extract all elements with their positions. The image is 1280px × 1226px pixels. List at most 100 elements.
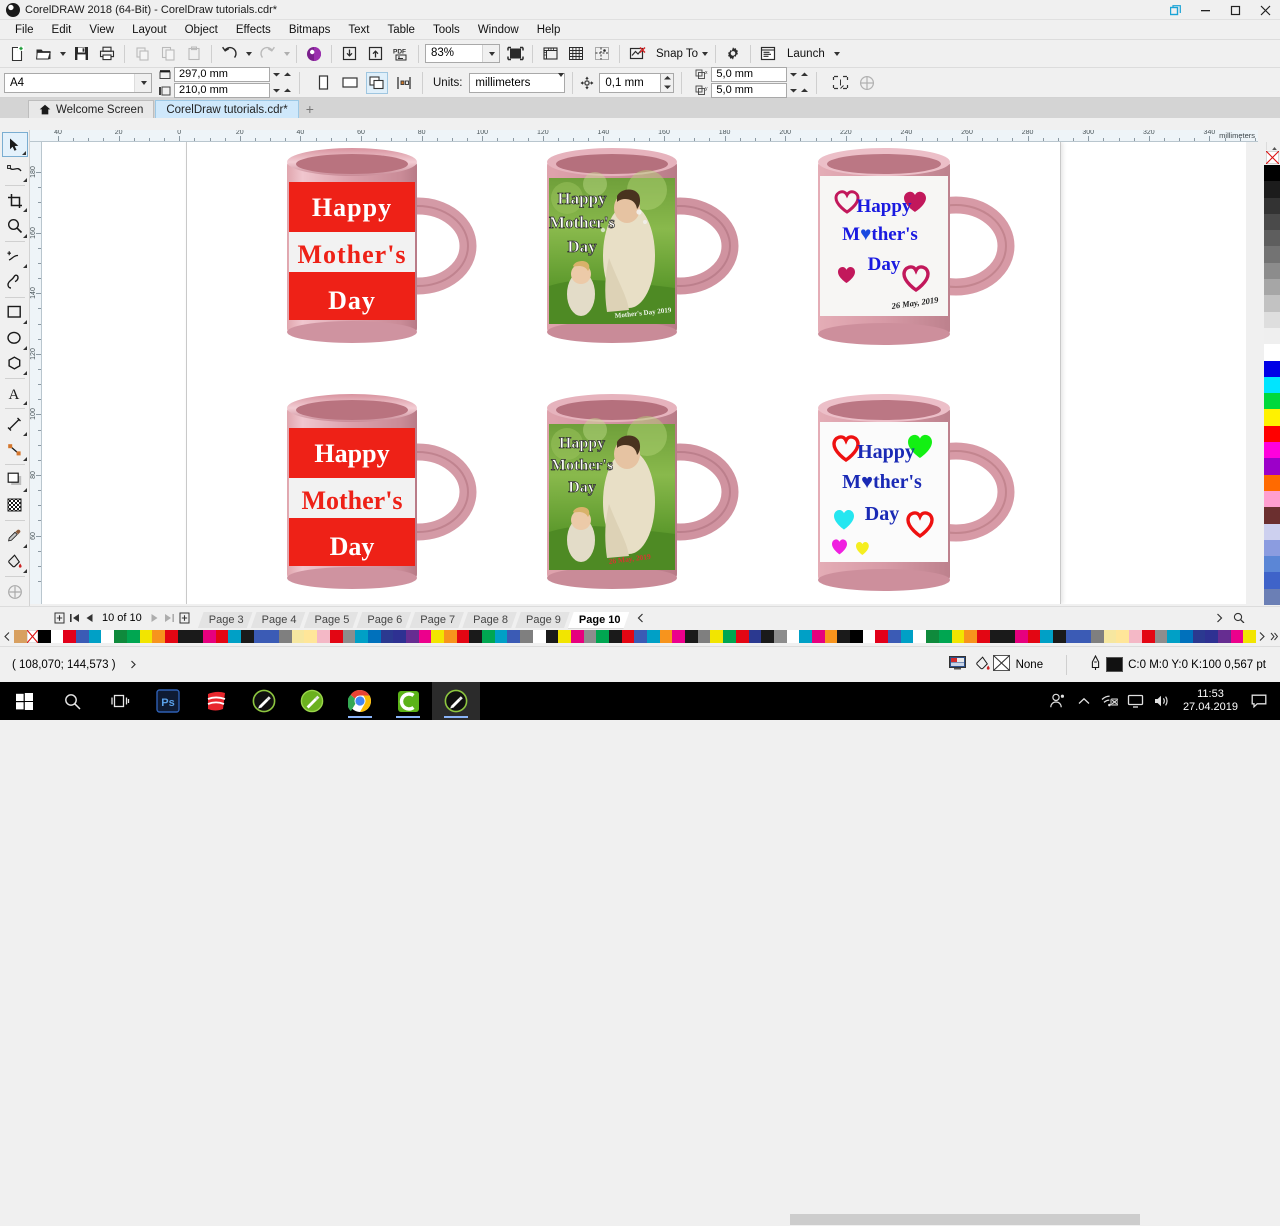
color-swatch[interactable] — [241, 629, 254, 643]
add-page-after-button[interactable] — [177, 609, 192, 627]
interactive-fill-tool[interactable] — [2, 549, 28, 574]
color-swatch[interactable] — [355, 629, 368, 643]
outline-color-swatch[interactable] — [1106, 657, 1124, 672]
color-swatch[interactable] — [431, 629, 444, 643]
page-width-value[interactable]: 297,0 mm — [174, 67, 270, 82]
color-swatch[interactable] — [444, 629, 457, 643]
page-tab-6[interactable]: Page 6 — [356, 612, 411, 629]
horizontal-color-palette[interactable] — [0, 628, 1280, 644]
paste-icon[interactable] — [181, 42, 207, 66]
ellipse-tool[interactable] — [2, 325, 28, 350]
color-swatch[interactable] — [723, 629, 736, 643]
color-swatch[interactable] — [456, 629, 470, 643]
save-floppy-icon[interactable] — [68, 42, 94, 66]
color-swatch-none[interactable] — [27, 629, 38, 643]
artistic-media-tool[interactable] — [2, 269, 28, 294]
mug-red-1[interactable]: Happy Mother's Day — [277, 146, 502, 351]
color-eyedropper-tool[interactable] — [2, 523, 28, 548]
color-swatch[interactable] — [190, 629, 203, 643]
document-tab-coreldraw-tutorials[interactable]: CorelDraw tutorials.cdr* — [155, 100, 299, 118]
color-swatch[interactable] — [1167, 629, 1180, 643]
landscape-button[interactable] — [339, 72, 361, 94]
color-swatch[interactable] — [304, 629, 318, 643]
color-swatch[interactable] — [1141, 629, 1155, 643]
color-swatch[interactable] — [228, 629, 241, 643]
horizontal-scroll-thumb[interactable] — [790, 1214, 1140, 1225]
cut-icon[interactable] — [129, 42, 155, 66]
color-swatch[interactable] — [1078, 629, 1092, 643]
color-swatch[interactable] — [951, 629, 965, 643]
polygon-tool[interactable] — [2, 351, 28, 376]
color-swatch[interactable] — [63, 629, 77, 643]
zoom-level-combo[interactable]: 83% — [425, 44, 500, 63]
color-swatch[interactable] — [1264, 246, 1280, 263]
coreldraw-active-icon[interactable] — [432, 682, 480, 720]
page-tabs-scroll-left-button[interactable] — [633, 609, 648, 627]
color-swatch[interactable] — [1264, 344, 1280, 361]
page-size-select[interactable]: A4 — [4, 72, 152, 93]
smart-fill-tool[interactable] — [2, 579, 28, 604]
duplicate-y-value[interactable]: 5,0 mm — [711, 83, 788, 98]
menu-view[interactable]: View — [80, 22, 123, 38]
mug-red-2[interactable]: Happy Mother's Day — [277, 392, 502, 597]
color-swatch[interactable] — [405, 629, 419, 643]
color-swatch[interactable] — [647, 629, 660, 643]
color-swatch[interactable] — [748, 629, 762, 643]
color-swatch[interactable] — [152, 629, 165, 643]
horizontal-ruler[interactable]: millimeters 40 20 0 20 40 60 80 100 120 140 160 180… — [30, 130, 1258, 142]
zoom-to-page-button[interactable] — [1231, 609, 1246, 627]
color-swatch[interactable] — [1264, 279, 1280, 296]
redo-dropdown-icon[interactable] — [280, 42, 292, 66]
treat-as-filled-button[interactable] — [829, 72, 851, 94]
color-swatch[interactable] — [342, 629, 356, 643]
color-swatch[interactable] — [1040, 629, 1053, 643]
show-grid-icon[interactable] — [563, 42, 589, 66]
palette-expand-icon[interactable] — [1268, 627, 1280, 645]
corel-connect-icon[interactable] — [301, 42, 327, 66]
menu-layout[interactable]: Layout — [123, 22, 176, 38]
open-folder-icon[interactable] — [30, 42, 56, 66]
launch-icon[interactable] — [755, 42, 781, 66]
menu-tools[interactable]: Tools — [424, 22, 469, 38]
color-swatch[interactable] — [888, 629, 901, 643]
color-swatch[interactable] — [494, 629, 508, 643]
page-tab-9[interactable]: Page 9 — [515, 612, 570, 629]
color-swatch[interactable] — [202, 629, 216, 643]
color-swatch[interactable] — [583, 629, 597, 643]
color-swatch[interactable] — [1264, 262, 1280, 280]
search-icon[interactable] — [48, 682, 96, 720]
wireframe-button[interactable] — [856, 72, 878, 94]
color-swatch[interactable] — [1179, 629, 1193, 643]
vertical-color-palette[interactable] — [1264, 165, 1280, 606]
page-size-dropdown-icon[interactable] — [134, 73, 151, 92]
add-page-before-button[interactable] — [52, 609, 67, 627]
color-swatch[interactable] — [1264, 425, 1280, 443]
photoshop-icon[interactable]: Ps — [144, 682, 192, 720]
maximize-button[interactable] — [1220, 0, 1250, 20]
color-swatch[interactable] — [964, 629, 977, 643]
last-page-button[interactable] — [162, 609, 177, 627]
freehand-tool[interactable] — [2, 244, 28, 269]
network-blocked-icon[interactable] — [1097, 682, 1123, 720]
menu-bitmaps[interactable]: Bitmaps — [280, 22, 340, 38]
color-swatch[interactable] — [1154, 629, 1168, 643]
color-swatch[interactable] — [926, 629, 939, 643]
show-desktop-button[interactable] — [1272, 682, 1280, 720]
color-swatch[interactable] — [1091, 629, 1104, 643]
close-button[interactable] — [1250, 0, 1280, 20]
color-swatch[interactable] — [1264, 213, 1280, 231]
mug-photo-1[interactable]: Happy Mother's Day Mother's Day 2019 — [537, 146, 762, 351]
coreldraw-icon[interactable] — [240, 682, 288, 720]
import-icon[interactable] — [336, 42, 362, 66]
color-swatch[interactable] — [824, 629, 838, 643]
units-value[interactable]: millimeters — [470, 77, 557, 89]
color-swatch[interactable] — [1264, 458, 1280, 475]
pick-tool[interactable] — [1, 132, 28, 158]
color-swatch[interactable] — [672, 629, 686, 643]
shape-tool[interactable] — [2, 157, 28, 182]
transparency-tool[interactable] — [2, 493, 28, 518]
show-rulers-icon[interactable] — [537, 42, 563, 66]
scroll-right-button[interactable] — [1212, 609, 1227, 627]
outline-pen-icon[interactable] — [1090, 654, 1101, 674]
color-swatch[interactable] — [1264, 376, 1280, 394]
